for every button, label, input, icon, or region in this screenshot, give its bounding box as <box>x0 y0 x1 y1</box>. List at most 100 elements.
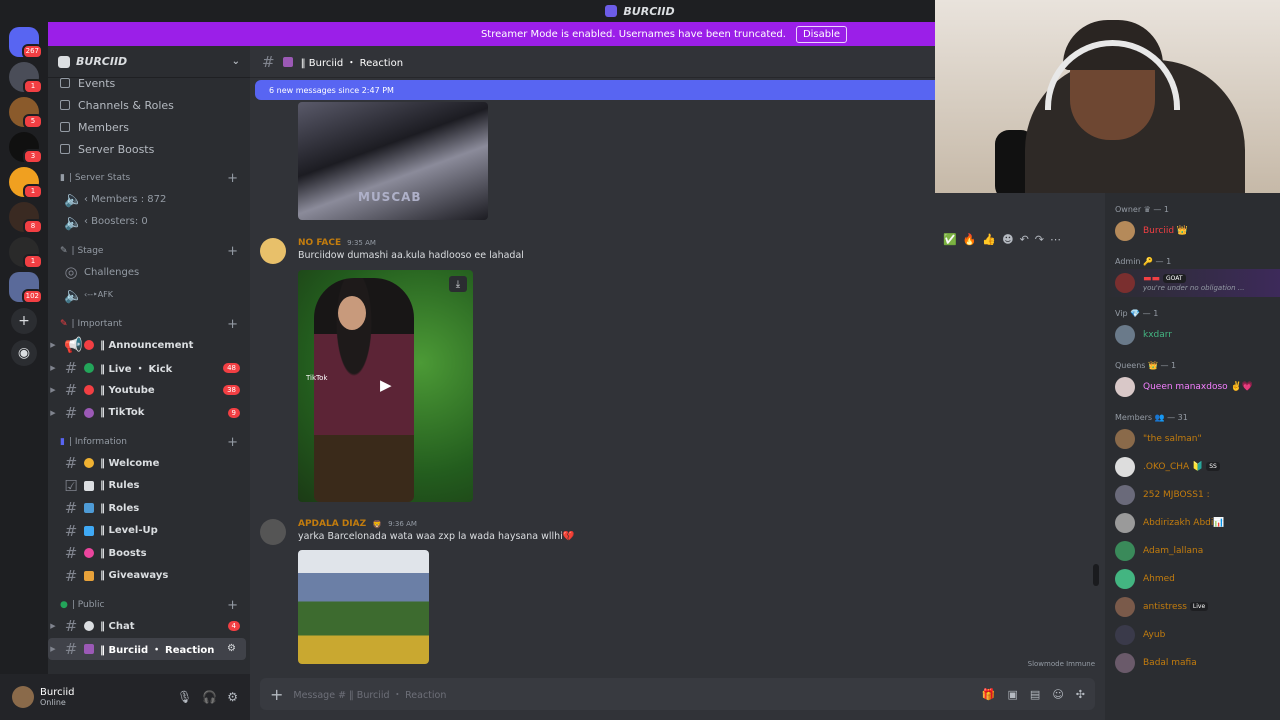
category-information[interactable]: ▮ | Information + <box>48 432 250 452</box>
server-icon[interactable]: 8 <box>9 202 43 234</box>
member-item[interactable]: Queen manaxdoso ✌️💗 <box>1105 373 1280 401</box>
channel-challenges[interactable]: ◎ Challenges <box>48 261 250 284</box>
member-item[interactable]: Burciid 👑 <box>1105 217 1280 245</box>
channel-live-kick[interactable]: ▶ # ‖ Live ・ Kick 48 <box>48 357 250 380</box>
add-channel-icon[interactable]: + <box>227 317 238 332</box>
channel-settings-icon[interactable]: ⚙ <box>227 643 236 654</box>
discover-icon[interactable]: ◉ <box>11 340 37 366</box>
add-channel-icon[interactable]: + <box>227 435 238 450</box>
hash-icon: # <box>64 521 78 540</box>
channel-label: ‖ Youtube <box>100 384 155 396</box>
channel-afk[interactable]: 🔈 ‹--‣AFK <box>48 284 250 307</box>
member-item[interactable]: Ahmed <box>1105 565 1280 593</box>
level-icon <box>84 525 94 536</box>
message-image[interactable] <box>298 550 429 664</box>
fire-reaction-icon[interactable]: 🔥 <box>963 233 977 246</box>
attach-plus-icon[interactable]: + <box>270 685 283 704</box>
member-item[interactable]: Adam_lallana <box>1105 537 1280 565</box>
server-icon[interactable]: 1 <box>9 62 43 94</box>
hash-icon: # <box>64 566 78 585</box>
member-name: Abdirizakh Abdi📊 <box>1143 518 1225 528</box>
category-important[interactable]: ✎ | Important + <box>48 314 250 334</box>
message-input[interactable]: Message # ‖ Burciid ・ Reaction <box>293 687 446 701</box>
category-label: | Information <box>68 437 127 447</box>
member-item[interactable]: 252 MJBOSS1 : <box>1105 481 1280 509</box>
channel-welcome[interactable]: # ‖ Welcome <box>48 452 250 475</box>
channel-burciid-reaction[interactable]: ▶ # ‖ Burciid ・ Reaction ⚙ <box>48 637 246 660</box>
window-title: BURCIID <box>623 4 675 18</box>
reply-icon[interactable]: ↶ <box>1020 233 1029 246</box>
video-embed[interactable]: TikTok ▶ ⤓ <box>298 270 473 502</box>
forward-icon[interactable]: ↷ <box>1035 233 1044 246</box>
channel-title: ‖ Burciid ・ Reaction <box>300 58 404 69</box>
member-item[interactable]: Abdirizakh Abdi📊 <box>1105 509 1280 537</box>
server-icon[interactable]: 3 <box>9 132 43 164</box>
category-server-stats[interactable]: ▮ | Server Stats + <box>48 168 250 188</box>
disable-streamer-mode-button[interactable]: Disable <box>795 25 848 43</box>
nav-channels-roles[interactable]: Channels & Roles <box>48 94 250 116</box>
microphone-icon[interactable]: 🎙 <box>177 690 192 704</box>
channel-tiktok[interactable]: ▶ # ‖ TikTok 9 <box>48 402 250 425</box>
thumbs-up-reaction-icon[interactable]: 👍 <box>982 233 996 246</box>
channel-levelup[interactable]: # ‖ Level-Up <box>48 520 250 543</box>
new-messages-bar[interactable]: 6 new messages since 2:47 PM <box>255 80 945 100</box>
nav-server-boosts[interactable]: Server Boosts <box>48 138 250 160</box>
avatar[interactable] <box>260 238 286 264</box>
check-reaction-icon[interactable]: ✅ <box>943 233 957 246</box>
message-image[interactable]: MUSCAB <box>298 102 488 220</box>
green-circle-icon <box>84 362 94 373</box>
sticker-icon[interactable]: ▤ <box>1030 688 1040 701</box>
channel-boosts[interactable]: # ‖ Boosts <box>48 542 250 565</box>
add-channel-icon[interactable]: + <box>227 244 238 259</box>
add-channel-icon[interactable]: + <box>227 598 238 613</box>
add-reaction-icon[interactable]: ☻ <box>1002 233 1013 246</box>
channel-members-count[interactable]: 🔈 ‹ Members : 872 <box>48 188 250 211</box>
message-composer[interactable]: + Message # ‖ Burciid ・ Reaction 🎁 ▣ ▤ ☺… <box>260 678 1095 710</box>
avatar[interactable] <box>260 519 286 545</box>
add-channel-icon[interactable]: + <box>227 171 238 186</box>
member-item[interactable]: ▬▬ GOAT you're under no obligation ... <box>1105 269 1280 297</box>
avatar <box>1115 457 1135 477</box>
channel-giveaways[interactable]: # ‖ Giveaways <box>48 565 250 588</box>
category-public[interactable]: ● | Public + <box>48 595 250 615</box>
gift-icon[interactable]: 🎁 <box>982 688 996 701</box>
member-item[interactable]: Ayub <box>1105 621 1280 649</box>
headphones-icon[interactable]: 🎧 <box>202 690 217 704</box>
channel-announcement[interactable]: ▶ 📢 ‖ Announcement <box>48 334 250 357</box>
more-icon[interactable]: ⋯ <box>1050 233 1061 246</box>
avatar[interactable] <box>12 686 34 708</box>
gear-icon[interactable]: ⚙ <box>227 690 238 704</box>
stats-icon: ▮ <box>60 173 65 183</box>
server-icon[interactable]: 1 <box>9 237 43 269</box>
member-item[interactable]: Badal mafia <box>1105 649 1280 677</box>
film-icon <box>282 56 293 67</box>
category-stage[interactable]: ✎ | Stage + <box>48 241 250 261</box>
nav-members[interactable]: Members <box>48 116 250 138</box>
channel-boosters-count[interactable]: 🔈 ‹ Boosters: 0 <box>48 211 250 234</box>
play-icon[interactable]: ▶ <box>380 376 392 394</box>
message-author[interactable]: APDALA DIAZ <box>298 519 366 529</box>
gif-icon[interactable]: ▣ <box>1008 688 1018 701</box>
member-item[interactable]: .OKO_CHA 🔰 SS <box>1105 453 1280 481</box>
server-icon-active[interactable]: 102 <box>9 272 43 304</box>
member-item[interactable]: antistress Live <box>1105 593 1280 621</box>
member-item[interactable]: kxdarr <box>1105 321 1280 349</box>
channel-chat[interactable]: ▶ # ‖ Chat 4 <box>48 615 250 638</box>
channel-roles[interactable]: # ‖ Roles <box>48 497 250 520</box>
emoji-icon[interactable]: ☺ <box>1052 688 1063 701</box>
chat-scrollbar[interactable] <box>1093 564 1099 586</box>
server-icon[interactable]: 5 <box>9 97 43 129</box>
direct-messages-icon[interactable]: 267 <box>9 27 43 59</box>
server-icon[interactable]: 1 <box>9 167 43 199</box>
apps-icon[interactable]: ✣ <box>1076 688 1085 701</box>
boost-icon <box>60 144 70 154</box>
avatar <box>1115 541 1135 561</box>
channel-rules[interactable]: ☑ ‖ Rules <box>48 475 250 498</box>
download-icon[interactable]: ⤓ <box>449 276 467 292</box>
add-server-icon[interactable]: + <box>11 308 37 334</box>
channel-label: ‖ Live ・ Kick <box>100 364 173 376</box>
message-author[interactable]: NO FACE <box>298 238 341 248</box>
channel-youtube[interactable]: ▶ # ‖ Youtube 38 <box>48 379 250 402</box>
nav-events[interactable]: Events <box>48 72 250 94</box>
member-item[interactable]: "the salman" <box>1105 425 1280 453</box>
